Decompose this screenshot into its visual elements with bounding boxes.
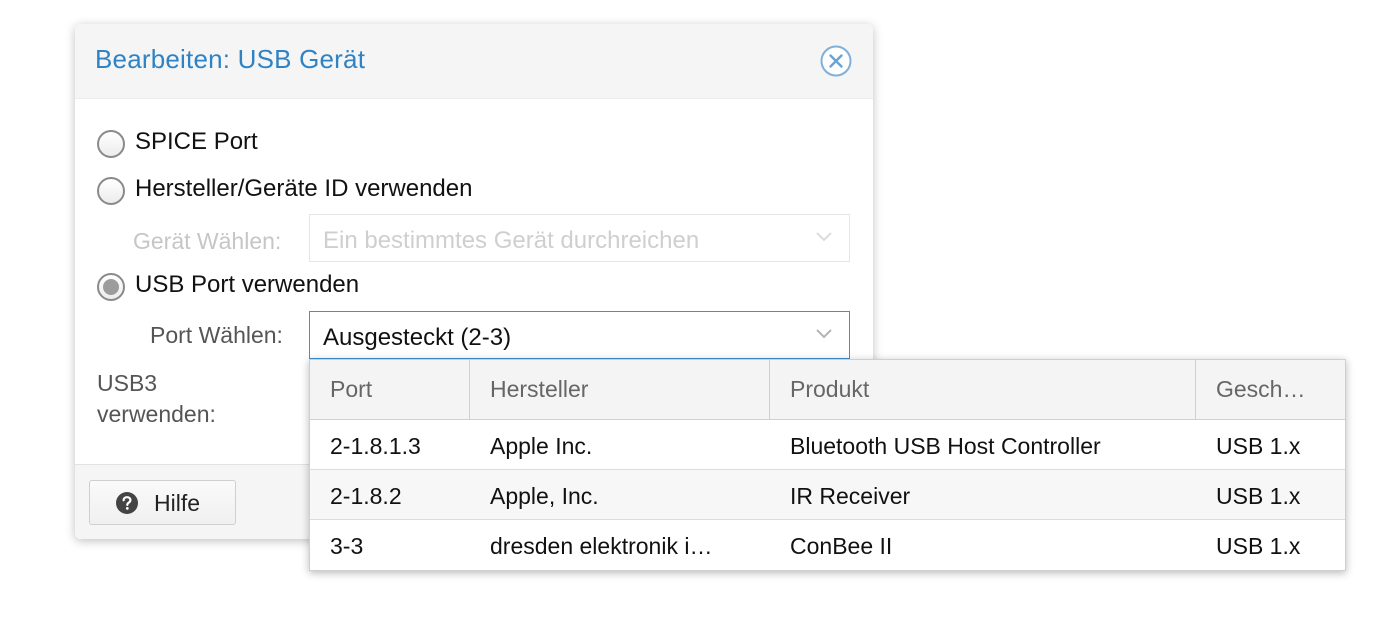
port-select-value: Ausgesteckt (2-3) <box>323 324 512 351</box>
dialog-title: Bearbeiten: USB Gerät <box>95 44 366 74</box>
cell-vendor: Apple, Inc. <box>490 483 599 509</box>
chevron-down-icon <box>816 232 832 242</box>
column-header-label: Hersteller <box>490 376 589 402</box>
question-circle-icon <box>116 492 138 514</box>
column-header-product[interactable]: Produkt <box>770 360 1196 419</box>
port-select[interactable]: Ausgesteckt (2-3) <box>309 311 850 359</box>
usb3-label: USB3 verwenden: <box>97 370 216 427</box>
cell-speed: USB 1.x <box>1216 433 1301 459</box>
table-row[interactable]: 3-3 dresden elektronik i… ConBee II USB … <box>310 520 1345 570</box>
cell-port: 3-3 <box>330 533 364 559</box>
table-row[interactable]: 2-1.8.2 Apple, Inc. IR Receiver USB 1.x <box>310 470 1345 520</box>
column-header-vendor[interactable]: Hersteller <box>470 360 770 419</box>
port-picker-dropdown: Port Hersteller Produkt Gesch… 2-1.8.1.3… <box>309 359 1346 571</box>
cell-port: 2-1.8.1.3 <box>330 433 421 459</box>
column-header-label: Gesch… <box>1216 376 1306 402</box>
cell-product: IR Receiver <box>790 483 911 509</box>
device-select: Ein bestimmtes Gerät durchreichen <box>309 214 850 262</box>
radio-button[interactable] <box>97 130 125 158</box>
close-icon[interactable] <box>820 45 852 77</box>
cell-speed: USB 1.x <box>1216 483 1301 509</box>
radio-label: USB Port verwenden <box>135 271 360 298</box>
radio-button[interactable] <box>97 177 125 205</box>
device-select-label: Gerät Wählen: <box>133 228 282 254</box>
radio-button-checked[interactable] <box>97 273 125 301</box>
column-header-port[interactable]: Port <box>310 360 470 419</box>
cell-product: ConBee II <box>790 533 893 559</box>
radio-label: SPICE Port <box>135 128 258 155</box>
cell-vendor: dresden elektronik i… <box>490 533 713 559</box>
column-header-label: Port <box>330 376 373 402</box>
column-header-speed[interactable]: Gesch… <box>1196 360 1345 419</box>
cell-port: 2-1.8.2 <box>330 483 402 509</box>
port-select-label: Port Wählen: <box>150 322 283 348</box>
chevron-down-icon[interactable] <box>815 328 833 340</box>
dialog-header: Bearbeiten: USB Gerät <box>75 24 873 99</box>
grid-header: Port Hersteller Produkt Gesch… <box>310 360 1345 420</box>
cell-vendor: Apple Inc. <box>490 433 593 459</box>
help-label: Hilfe <box>154 490 201 516</box>
help-button[interactable]: Hilfe <box>89 480 236 525</box>
cell-product: Bluetooth USB Host Controller <box>790 433 1101 459</box>
cell-speed: USB 1.x <box>1216 533 1301 559</box>
table-row[interactable]: 2-1.8.1.3 Apple Inc. Bluetooth USB Host … <box>310 420 1345 470</box>
radio-label: Hersteller/Geräte ID verwenden <box>135 175 473 202</box>
device-select-placeholder: Ein bestimmtes Gerät durchreichen <box>323 227 700 254</box>
column-header-label: Produkt <box>790 376 870 402</box>
